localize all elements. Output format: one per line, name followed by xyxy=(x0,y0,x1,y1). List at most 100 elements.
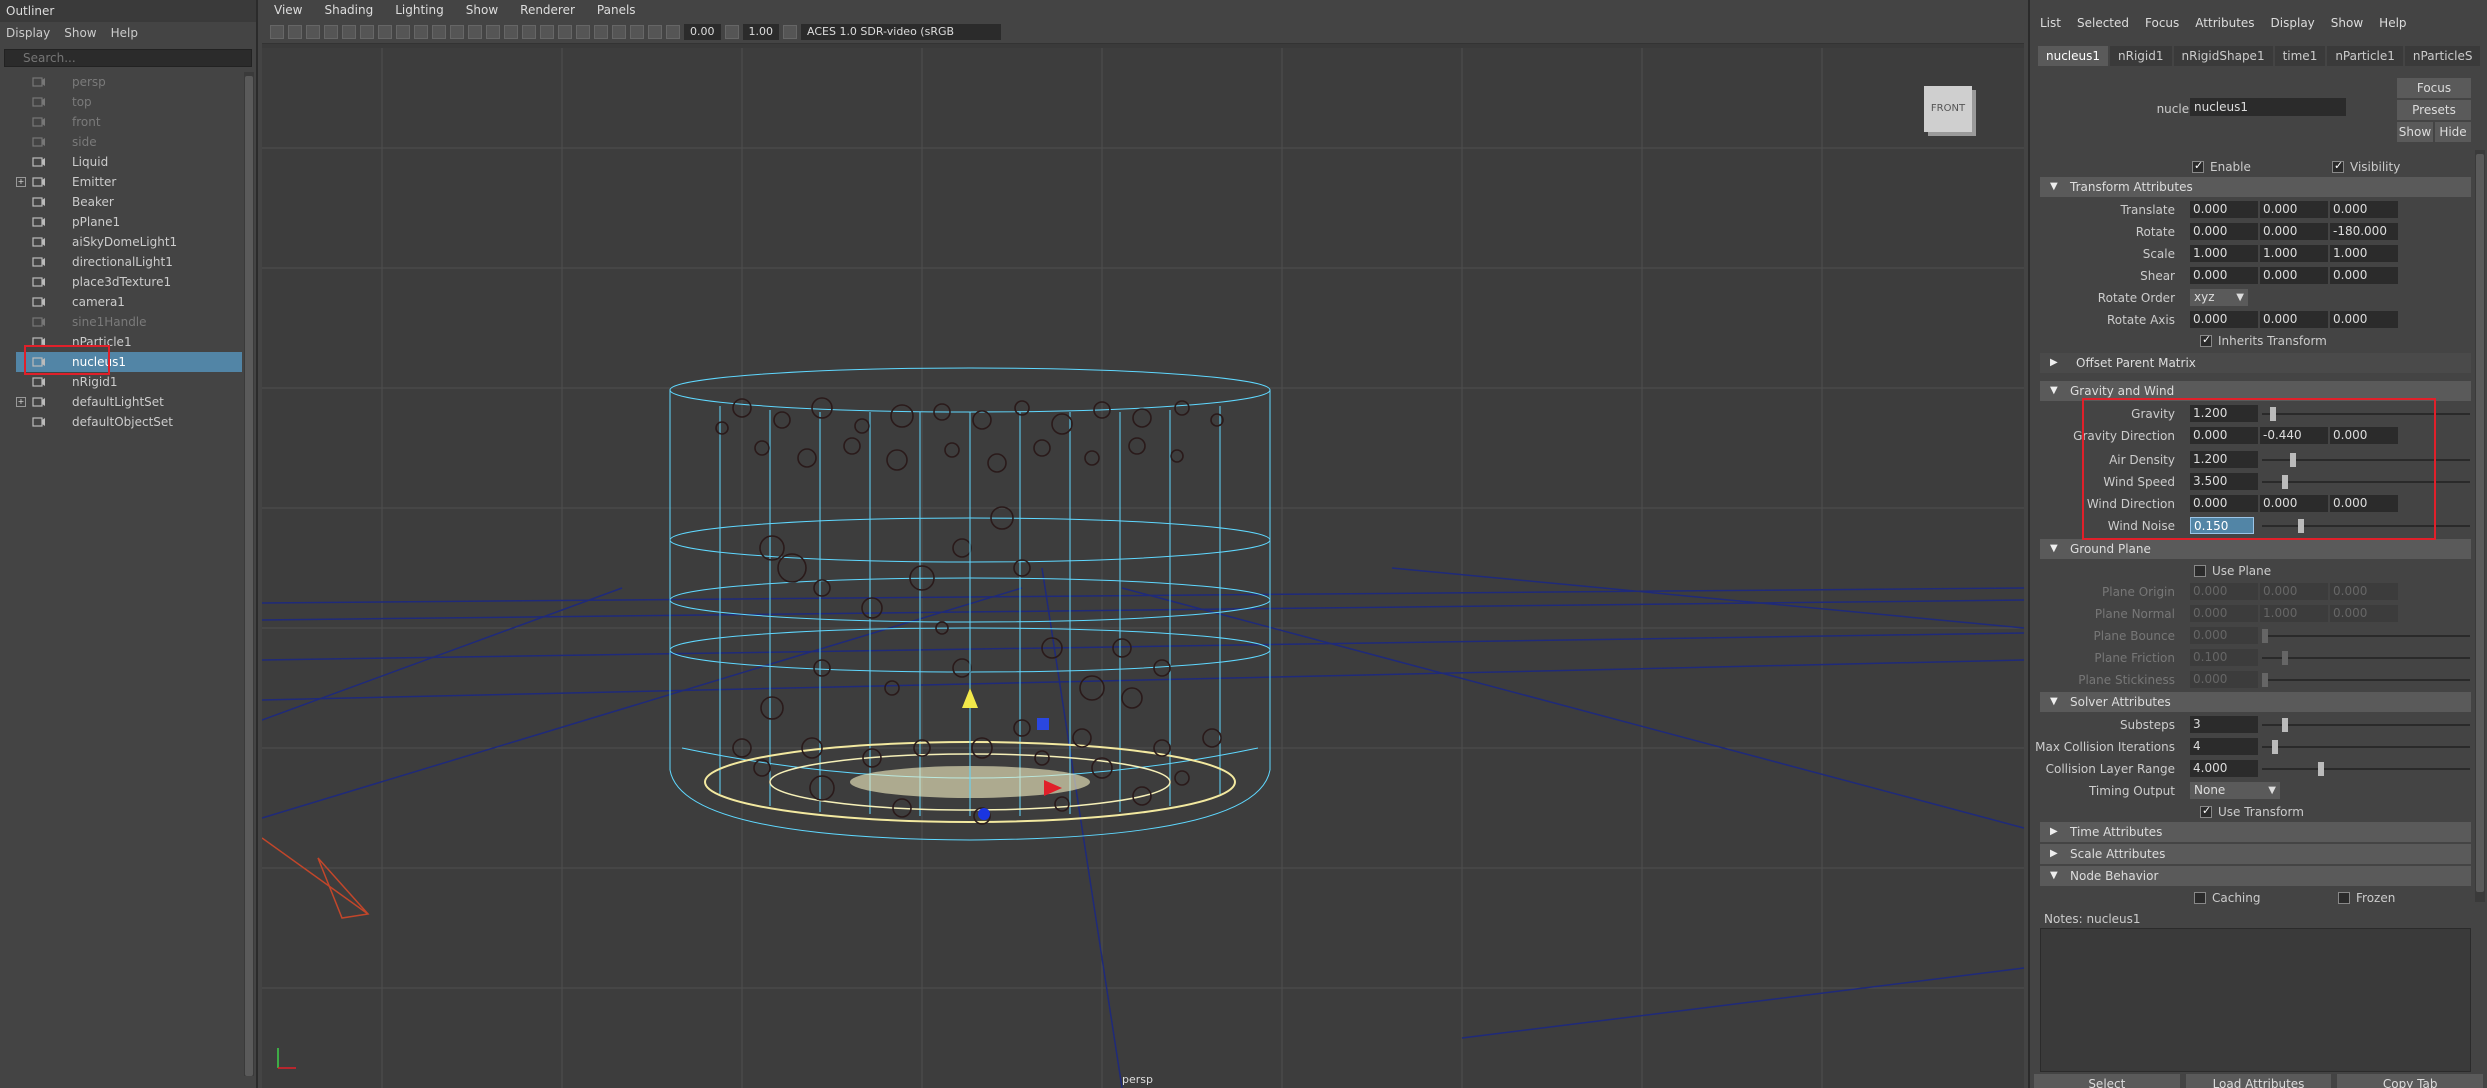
isolate-select-icon[interactable] xyxy=(612,24,626,39)
slider-knob[interactable] xyxy=(2282,718,2288,732)
outliner-item[interactable]: + Emitter xyxy=(16,172,242,192)
node-name-field[interactable]: nucleus1 xyxy=(2190,98,2346,116)
outliner-item[interactable]: camera1 xyxy=(16,292,242,312)
viewport-menu-panels[interactable]: Panels xyxy=(597,3,636,17)
translate-z-field[interactable]: 0.000 xyxy=(2330,201,2398,218)
resolution-gate-icon[interactable] xyxy=(378,24,392,39)
gate-mask-icon[interactable] xyxy=(396,24,410,39)
outliner-item[interactable]: Liquid xyxy=(16,152,242,172)
outliner-item[interactable]: defaultObjectSet xyxy=(16,412,242,432)
attr-menu-focus[interactable]: Focus xyxy=(2145,16,2179,30)
outliner-item[interactable]: persp xyxy=(16,72,242,92)
viewport-menu-show[interactable]: Show xyxy=(466,3,498,17)
scale-x-field[interactable]: 1.000 xyxy=(2190,245,2258,262)
max-collision-slider[interactable] xyxy=(2262,740,2470,754)
outliner-scroll-thumb[interactable] xyxy=(245,76,253,1076)
rotate-axis-z-field[interactable]: 0.000 xyxy=(2330,311,2398,328)
scale-y-field[interactable]: 1.000 xyxy=(2260,245,2328,262)
wireframe-on-shaded-icon[interactable] xyxy=(504,24,518,39)
outliner-item[interactable]: Beaker xyxy=(16,192,242,212)
attr-menu-selected[interactable]: Selected xyxy=(2077,16,2129,30)
tab-time1[interactable]: time1 xyxy=(2274,46,2326,66)
gamma-icon[interactable] xyxy=(724,24,739,39)
viewport-panel[interactable]: View Shading Lighting Show Renderer Pane… xyxy=(262,0,2024,1088)
slider-knob[interactable] xyxy=(2318,762,2324,776)
scale-z-field[interactable]: 1.000 xyxy=(2330,245,2398,262)
outliner-item[interactable]: pPlane1 xyxy=(16,212,242,232)
attr-scroll-thumb[interactable] xyxy=(2476,154,2484,892)
attr-menu-list[interactable]: List xyxy=(2040,16,2061,30)
enable-checkbox[interactable] xyxy=(2192,159,2204,173)
collision-layer-field[interactable]: 4.000 xyxy=(2190,760,2258,777)
time-attributes-header[interactable]: ▶ Time Attributes xyxy=(2040,822,2471,842)
attr-menu-help[interactable]: Help xyxy=(2379,16,2406,30)
textured-icon[interactable] xyxy=(522,24,536,39)
outliner-menu-help[interactable]: Help xyxy=(111,26,138,40)
image-plane-icon[interactable] xyxy=(324,24,338,39)
rotate-axis-y-field[interactable]: 0.000 xyxy=(2260,311,2328,328)
substeps-field[interactable]: 3 xyxy=(2190,716,2258,733)
offset-parent-matrix-header[interactable]: ▶ Offset Parent Matrix xyxy=(2040,353,2471,373)
color-management-icon[interactable] xyxy=(783,24,797,39)
outliner-search-input[interactable] xyxy=(4,49,252,67)
outliner-scrollbar[interactable] xyxy=(244,72,254,1076)
presets-button[interactable]: Presets xyxy=(2397,100,2471,120)
wireframe-icon[interactable] xyxy=(468,24,482,39)
viewport-menu-renderer[interactable]: Renderer xyxy=(520,3,575,17)
caching-checkbox[interactable] xyxy=(2194,892,2206,904)
smooth-shade-icon[interactable] xyxy=(486,24,500,39)
camera-attributes-icon[interactable] xyxy=(288,24,302,39)
rotate-x-field[interactable]: 0.000 xyxy=(2190,223,2258,240)
scale-attributes-header[interactable]: ▶ Scale Attributes xyxy=(2040,844,2471,864)
substeps-slider[interactable] xyxy=(2262,718,2470,732)
notes-textarea[interactable] xyxy=(2040,928,2471,1072)
rotate-z-field[interactable]: -180.000 xyxy=(2330,223,2398,240)
outliner-menu-display[interactable]: Display xyxy=(6,26,50,40)
shadows-icon[interactable] xyxy=(558,24,572,39)
select-button[interactable]: Select xyxy=(2034,1074,2180,1088)
translate-x-field[interactable]: 0.000 xyxy=(2190,201,2258,218)
antialiasing-icon[interactable] xyxy=(594,24,608,39)
solver-section-header[interactable]: ▼ Solver Attributes xyxy=(2040,692,2471,712)
shear-z-field[interactable]: 0.000 xyxy=(2330,267,2398,284)
viewport-menu-shading[interactable]: Shading xyxy=(324,3,373,17)
lights-icon[interactable] xyxy=(540,24,554,39)
load-attributes-button[interactable]: Load Attributes xyxy=(2185,1074,2332,1088)
use-plane-checkbox[interactable] xyxy=(2194,565,2206,577)
outliner-item[interactable]: sine1Handle xyxy=(16,312,242,332)
xray-joints-icon[interactable] xyxy=(648,24,662,39)
exposure-field[interactable]: 0.00 xyxy=(684,23,721,40)
frozen-checkbox[interactable] xyxy=(2338,892,2350,904)
bookmark-icon[interactable] xyxy=(306,24,320,39)
outliner-item[interactable]: side xyxy=(16,132,242,152)
attr-menu-show[interactable]: Show xyxy=(2331,16,2363,30)
node-behavior-header[interactable]: ▼ Node Behavior xyxy=(2040,866,2471,886)
view-cube[interactable]: FRONT xyxy=(1924,86,1972,132)
tab-nparticleshape[interactable]: nParticleS xyxy=(2404,46,2481,66)
viewport-scene[interactable] xyxy=(262,48,2024,1088)
outliner-item[interactable]: + defaultLightSet xyxy=(16,392,242,412)
rotate-y-field[interactable]: 0.000 xyxy=(2260,223,2328,240)
gamma-field[interactable]: 1.00 xyxy=(742,23,779,40)
outliner-item[interactable]: top xyxy=(16,92,242,112)
tab-nucleus1[interactable]: nucleus1 xyxy=(2038,46,2109,66)
safe-title-icon[interactable] xyxy=(450,24,464,39)
select-camera-icon[interactable] xyxy=(270,24,284,39)
max-collision-field[interactable]: 4 xyxy=(2190,738,2258,755)
outliner-item[interactable]: directionalLight1 xyxy=(16,252,242,272)
xray-icon[interactable] xyxy=(630,24,644,39)
visibility-checkbox[interactable] xyxy=(2332,159,2344,173)
hide-button[interactable]: Hide xyxy=(2435,122,2471,142)
attr-menu-display[interactable]: Display xyxy=(2271,16,2315,30)
rotate-order-dropdown[interactable]: xyz ▼ xyxy=(2190,289,2248,306)
collision-layer-slider[interactable] xyxy=(2262,762,2470,776)
inherits-transform-checkbox[interactable] xyxy=(2200,333,2212,347)
shear-x-field[interactable]: 0.000 xyxy=(2190,267,2258,284)
safe-action-icon[interactable] xyxy=(432,24,446,39)
color-space-dropdown[interactable]: ACES 1.0 SDR-video (sRGB xyxy=(801,23,1001,40)
ambient-occlusion-icon[interactable] xyxy=(576,24,590,39)
expand-icon[interactable]: + xyxy=(16,177,26,187)
translate-y-field[interactable]: 0.000 xyxy=(2260,201,2328,218)
transform-section-header[interactable]: ▼ Transform Attributes xyxy=(2040,177,2471,197)
outliner-item[interactable]: aiSkyDomeLight1 xyxy=(16,232,242,252)
